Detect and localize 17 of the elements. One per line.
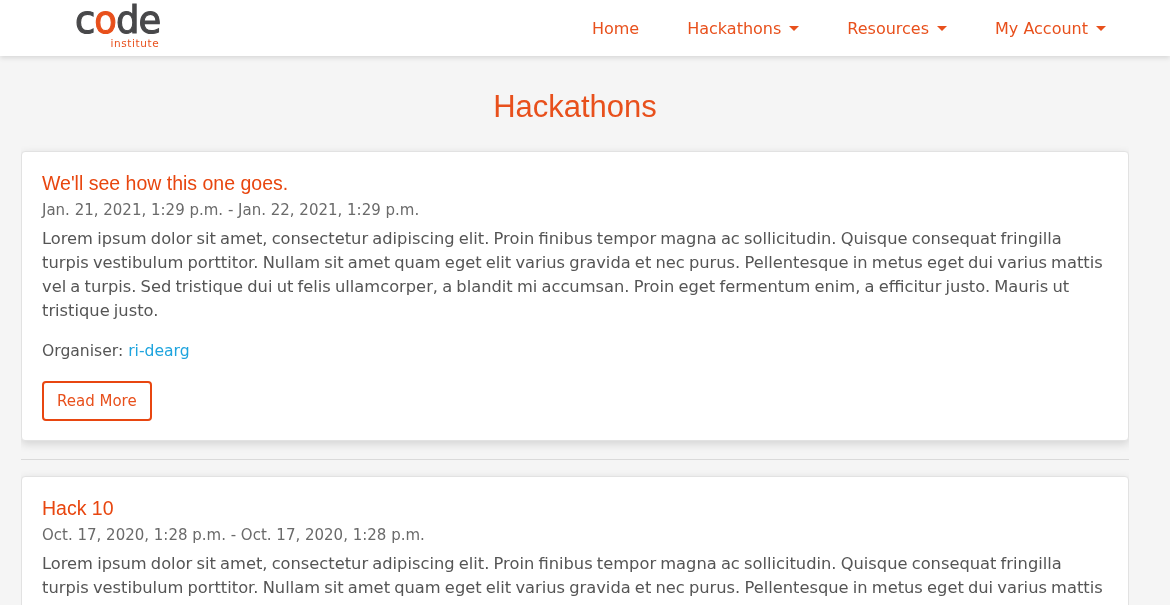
hackathon-dates: Jan. 21, 2021, 1:29 p.m. - Jan. 22, 2021, 1:29 p.m. [42, 200, 420, 221]
read-more-button[interactable]: Read More [42, 381, 152, 421]
nav-link[interactable]: Home [567, 14, 664, 42]
hackathon-description: Lorem ipsum dolor sit amet, consectetur adipiscing elit. Proin finibus tempor magna ac sollicitudin. Quisque consequat fringilla turpis vestibulum porttitor. Nullam sit amet quam eget elit varius gravida et nec purus. Pellentesque in metus eget dui varius mattis [42, 553, 1104, 599]
nav-link[interactable]: Resources [823, 14, 972, 42]
hackathon-description: Lorem ipsum dolor sit amet, consectetur adipiscing elit. Proin finibus tempor magna ac sollicitudin. Quisque consequat fringilla turpis vestibulum porttitor. Nullam sit amet quam eget elit varius gravida et nec purus. Pellentesque in metus eget dui varius mattis vel a turpis. Sed tristique dui ut felis ullamcorper, a blandit mi accumsan. Proin eget fermentum enim, a efficitur justo. Mauris ut tristique justo. [42, 228, 1104, 322]
hackathon-title: We'll see how this one goes. [42, 171, 289, 195]
logo-tagline: institute [110, 37, 160, 49]
nav-link[interactable]: My Account [971, 14, 1130, 42]
organiser-link[interactable]: ri-dearg [128, 339, 190, 363]
nav-link[interactable]: Hackathons [663, 14, 824, 42]
logo-wordmark: code [75, 5, 161, 37]
logo[interactable]: code institute [75, 5, 161, 49]
page-title: Hackathons [493, 88, 657, 126]
organiser-label: Organiser: [42, 341, 124, 362]
hackathon-title: Hack 10 [42, 496, 114, 520]
hackathon-dates: Oct. 17, 2020, 1:28 p.m. - Oct. 17, 2020, 1:28 p.m. [42, 525, 425, 546]
